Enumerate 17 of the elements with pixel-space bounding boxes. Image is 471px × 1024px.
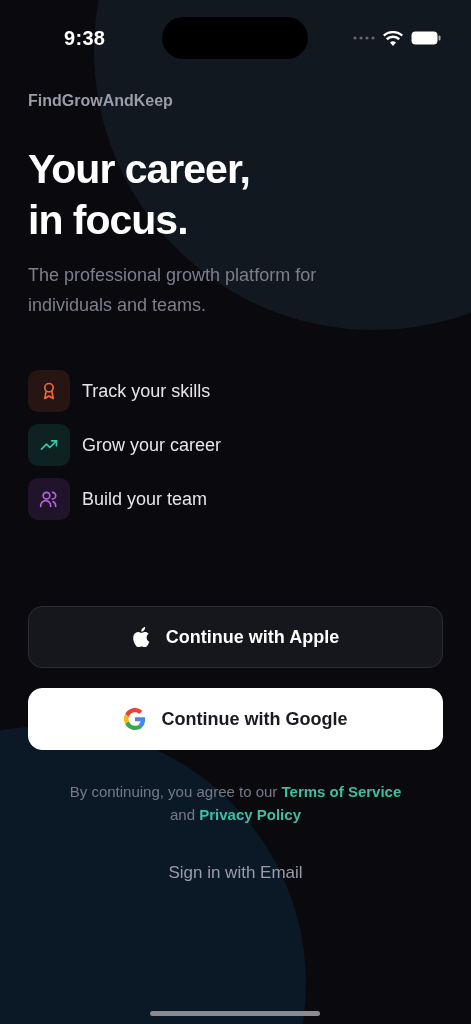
google-sign-in-button[interactable]: Continue with Google (28, 688, 443, 750)
feature-label: Build your team (82, 488, 208, 510)
app-name: FindGrowAndKeep (28, 92, 174, 110)
google-g-icon (123, 708, 146, 730)
headline: Your career, in focus. (28, 145, 251, 245)
feature-label: Grow your career (82, 434, 222, 456)
feature-label: Track your skills (82, 380, 211, 402)
terms-notice: By continuing, you agree to our Terms of Service and Privacy Policy (68, 782, 403, 825)
terms-link[interactable]: Terms of Service (281, 783, 402, 800)
apple-icon (131, 627, 150, 647)
subtitle: The professional growth platform for individuals and teams. (28, 264, 318, 317)
apple-sign-in-button[interactable]: Continue with Apple (28, 606, 443, 668)
privacy-link[interactable]: Privacy Policy (199, 806, 301, 823)
status-time: 9:38 (64, 26, 106, 50)
wifi-icon (383, 30, 403, 46)
signal-icon (353, 36, 375, 40)
email-sign-in-link[interactable]: Sign in with Email (168, 863, 303, 883)
